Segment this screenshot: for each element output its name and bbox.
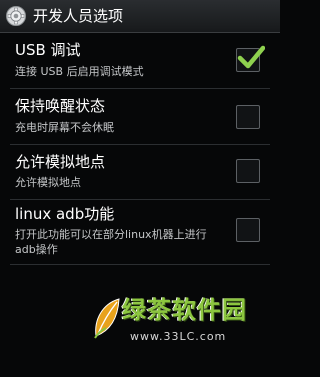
setting-stay-awake[interactable]: 保持唤醒状态 充电时屏幕不会休眠 bbox=[0, 89, 280, 144]
setting-title: 保持唤醒状态 bbox=[15, 97, 106, 115]
setting-usb-debugging[interactable]: USB 调试 连接 USB 后启用调试模式 bbox=[0, 34, 280, 88]
setting-title: linux adb功能 bbox=[15, 205, 115, 223]
leaf-logo-icon bbox=[94, 298, 120, 339]
setting-summary: 充电时屏幕不会休眠 bbox=[15, 121, 114, 134]
watermark-url: www.33LC.com bbox=[130, 330, 227, 343]
setting-title: USB 调试 bbox=[15, 41, 81, 59]
watermark-name: 绿茶软件园 bbox=[122, 296, 247, 324]
stay-awake-checkbox[interactable] bbox=[236, 105, 260, 129]
page-title: 开发人员选项 bbox=[33, 7, 124, 25]
checkmark-icon bbox=[237, 45, 265, 69]
watermark: 绿茶软件园 www.33LC.com bbox=[92, 286, 278, 356]
setting-summary: 打开此功能可以在部分linux机器上进行adb操作 bbox=[15, 228, 207, 256]
mock-locations-checkbox[interactable] bbox=[236, 159, 260, 183]
action-bar: 开发人员选项 bbox=[0, 0, 280, 33]
setting-mock-locations[interactable]: 允许模拟地点 允许模拟地点 bbox=[0, 145, 280, 199]
setting-linux-adb[interactable]: linux adb功能 打开此功能可以在部分linux机器上进行adb操作 bbox=[0, 200, 280, 264]
divider bbox=[10, 264, 270, 265]
setting-summary: 连接 USB 后启用调试模式 bbox=[15, 65, 144, 78]
usb-debugging-checkbox[interactable] bbox=[236, 45, 265, 72]
setting-summary: 允许模拟地点 bbox=[15, 176, 81, 189]
linux-adb-checkbox[interactable] bbox=[236, 218, 260, 242]
setting-title: 允许模拟地点 bbox=[15, 153, 106, 171]
settings-gear-icon[interactable] bbox=[5, 5, 27, 27]
